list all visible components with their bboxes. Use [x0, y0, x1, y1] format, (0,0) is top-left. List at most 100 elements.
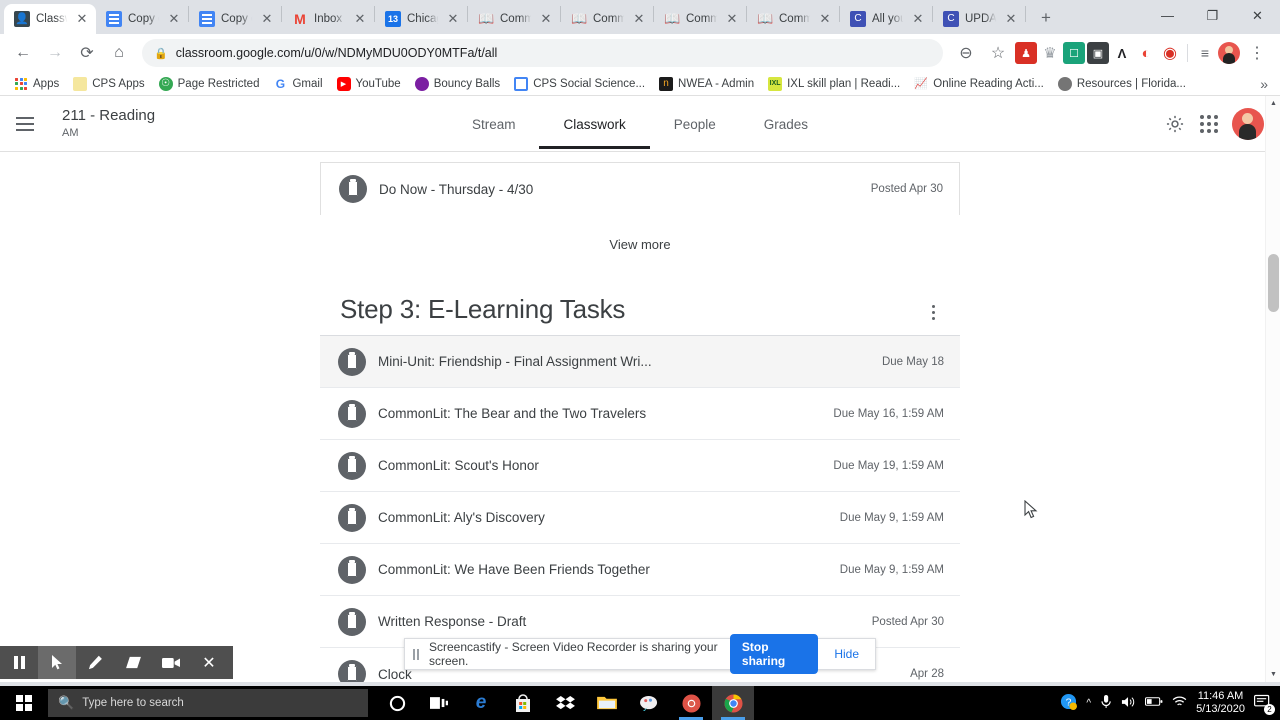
browser-tab-commonlit-2[interactable]: 📖 Comm ✕ — [561, 4, 653, 34]
bookmark-cps-apps[interactable]: CPS Apps — [67, 75, 150, 93]
bookmark-gmail[interactable]: G Gmail — [267, 75, 328, 93]
bookmark-star-icon[interactable]: ☆ — [983, 38, 1013, 68]
page-scrollbar[interactable]: ▲ ▼ — [1265, 96, 1280, 682]
scroll-down-arrow-icon[interactable]: ▼ — [1266, 667, 1280, 682]
stop-sharing-button[interactable]: Stop sharing — [729, 634, 819, 674]
battery-tray-icon[interactable] — [1145, 696, 1163, 710]
bookmark-youtube[interactable]: ▶ YouTube — [331, 75, 407, 93]
tab-close-icon[interactable]: ✕ — [910, 11, 926, 27]
bookmark-nwea-admin[interactable]: n NWEA - Admin — [653, 75, 760, 93]
user-avatar[interactable] — [1218, 42, 1240, 64]
bookmark-cps-social-science[interactable]: CPS Social Science... — [508, 75, 651, 93]
bookmark-resources-florida[interactable]: Resources | Florida... — [1052, 75, 1192, 93]
minimize-button[interactable]: — — [1145, 0, 1190, 32]
file-explorer-taskbar-icon[interactable] — [586, 686, 628, 720]
tab-close-icon[interactable]: ✕ — [445, 11, 461, 27]
home-icon[interactable]: ⌂ — [104, 38, 134, 68]
table-row[interactable]: CommonLit: The Bear and the Two Traveler… — [320, 388, 960, 440]
table-row[interactable]: CommonLit: We Have Been Friends Together… — [320, 544, 960, 596]
table-row[interactable]: CommonLit: Aly's Discovery Due May 9, 1:… — [320, 492, 960, 544]
tab-grades[interactable]: Grades — [740, 98, 832, 149]
browser-tab-all-you[interactable]: C All you ✕ — [840, 4, 932, 34]
maximize-button[interactable]: ❐ — [1190, 0, 1235, 32]
extension-teal-note-icon[interactable]: ☐ — [1063, 42, 1085, 64]
user-avatar[interactable] — [1232, 107, 1264, 140]
new-tab-button[interactable]: + — [1032, 4, 1060, 32]
back-icon[interactable]: ← — [8, 38, 38, 68]
tab-close-icon[interactable]: ✕ — [817, 11, 833, 27]
webcam-toggle-button[interactable] — [152, 646, 190, 679]
dropbox-taskbar-icon[interactable] — [544, 686, 586, 720]
bookmark-bouncy-balls[interactable]: Bouncy Balls — [409, 75, 506, 93]
topic-kebab-menu-icon[interactable] — [920, 299, 946, 325]
tab-close-icon[interactable]: ✕ — [538, 11, 554, 27]
scroll-up-arrow-icon[interactable]: ▲ — [1266, 96, 1280, 111]
task-view-icon[interactable] — [418, 686, 460, 720]
browser-tab-copy-1[interactable]: Copy o ✕ — [96, 4, 188, 34]
taskbar-clock[interactable]: 11:46 AM 5/13/2020 — [1196, 690, 1245, 716]
reading-list-icon[interactable]: ≡ — [1194, 42, 1216, 64]
scrollbar-thumb[interactable] — [1268, 254, 1279, 312]
tab-people[interactable]: People — [650, 98, 740, 149]
forward-icon[interactable]: → — [40, 38, 70, 68]
tab-classwork[interactable]: Classwork — [539, 98, 650, 149]
chrome-taskbar-icon[interactable] — [670, 686, 712, 720]
zoom-out-icon[interactable]: ⊖ — [951, 38, 981, 68]
view-more-button[interactable]: View more — [320, 215, 960, 260]
screencastify-extension-icon[interactable]: ◉ — [1159, 42, 1181, 64]
browser-tab-commonlit-1[interactable]: 📖 Comm ✕ — [468, 4, 560, 34]
edge-taskbar-icon[interactable]: e — [460, 686, 502, 720]
bookmark-ixl[interactable]: IXL IXL skill plan | Readi... — [762, 75, 906, 93]
hide-button[interactable]: Hide — [828, 641, 865, 667]
windows-start-icon[interactable] — [0, 686, 48, 720]
search-input[interactable]: 🔍 Type here to search — [48, 689, 368, 717]
action-center-icon[interactable]: 2 — [1253, 694, 1275, 715]
eraser-tool-button[interactable] — [114, 646, 152, 679]
chrome-active-taskbar-icon[interactable] — [712, 686, 754, 720]
ghostery-extension-icon[interactable]: ♛ — [1039, 42, 1061, 64]
tab-close-icon[interactable]: ✕ — [1003, 11, 1019, 27]
extension-dark-square-icon[interactable]: ▣ — [1087, 42, 1109, 64]
microsoft-store-taskbar-icon[interactable] — [502, 686, 544, 720]
show-hidden-icons-icon[interactable]: ^ — [1086, 698, 1091, 709]
gear-icon[interactable] — [1164, 113, 1186, 135]
extension-red-person-icon[interactable]: ♟ — [1015, 42, 1037, 64]
bookmark-apps[interactable]: Apps — [8, 75, 65, 93]
tab-close-icon[interactable]: ✕ — [724, 11, 740, 27]
browser-tab-inbox[interactable]: M Inbox ✕ — [282, 4, 374, 34]
microphone-tray-icon[interactable] — [1100, 694, 1112, 712]
paint3d-taskbar-icon[interactable] — [628, 686, 670, 720]
wifi-tray-icon[interactable] — [1172, 695, 1187, 711]
tab-close-icon[interactable]: ✕ — [631, 11, 647, 27]
extension-a-logo-icon[interactable]: Λ — [1111, 42, 1133, 64]
cursor-tool-button[interactable] — [38, 646, 76, 679]
browser-tab-commonlit-3[interactable]: 📖 Comm ✕ — [654, 4, 746, 34]
extension-orange-icon[interactable]: ◐ — [1135, 42, 1157, 64]
browser-tab-classwork[interactable]: 👤 Classw ✕ — [4, 4, 96, 34]
browser-tab-update[interactable]: C UPDAT ✕ — [933, 4, 1025, 34]
browser-tab-chicago[interactable]: 13 Chicag ✕ — [375, 4, 467, 34]
close-window-button[interactable]: ✕ — [1235, 0, 1280, 32]
tab-close-icon[interactable]: ✕ — [259, 11, 275, 27]
browser-tab-copy-2[interactable]: Copy o ✕ — [189, 4, 281, 34]
pause-recording-button[interactable] — [0, 646, 38, 679]
address-bar[interactable]: 🔒 classroom.google.com/u/0/w/NDMyMDU0ODY… — [142, 39, 943, 67]
reload-icon[interactable]: ⟳ — [72, 38, 102, 68]
volume-tray-icon[interactable] — [1121, 695, 1136, 712]
tab-close-icon[interactable]: ✕ — [74, 11, 90, 27]
tab-close-icon[interactable]: ✕ — [352, 11, 368, 27]
bookmarks-overflow-button[interactable]: » — [1260, 76, 1272, 92]
table-row[interactable]: CommonLit: Scout's Honor Due May 19, 1:5… — [320, 440, 960, 492]
pen-tool-button[interactable] — [76, 646, 114, 679]
chrome-menu-icon[interactable]: ⋮ — [1242, 38, 1272, 68]
close-toolbar-button[interactable]: ✕ — [190, 646, 228, 679]
help-tray-icon[interactable]: ? — [1060, 693, 1078, 713]
tab-stream[interactable]: Stream — [448, 98, 540, 149]
bookmark-page-restricted[interactable]: ☉ Page Restricted — [153, 75, 266, 93]
assignment-row-do-now[interactable]: Do Now - Thursday - 4/30 Posted Apr 30 — [321, 163, 959, 215]
browser-tab-commonlit-4[interactable]: 📖 Comm ✕ — [747, 4, 839, 34]
bookmark-online-reading[interactable]: 📈 Online Reading Acti... — [908, 75, 1050, 93]
cortana-circle-icon[interactable] — [376, 686, 418, 720]
table-row[interactable]: Mini-Unit: Friendship - Final Assignment… — [320, 336, 960, 388]
tab-close-icon[interactable]: ✕ — [166, 11, 182, 27]
